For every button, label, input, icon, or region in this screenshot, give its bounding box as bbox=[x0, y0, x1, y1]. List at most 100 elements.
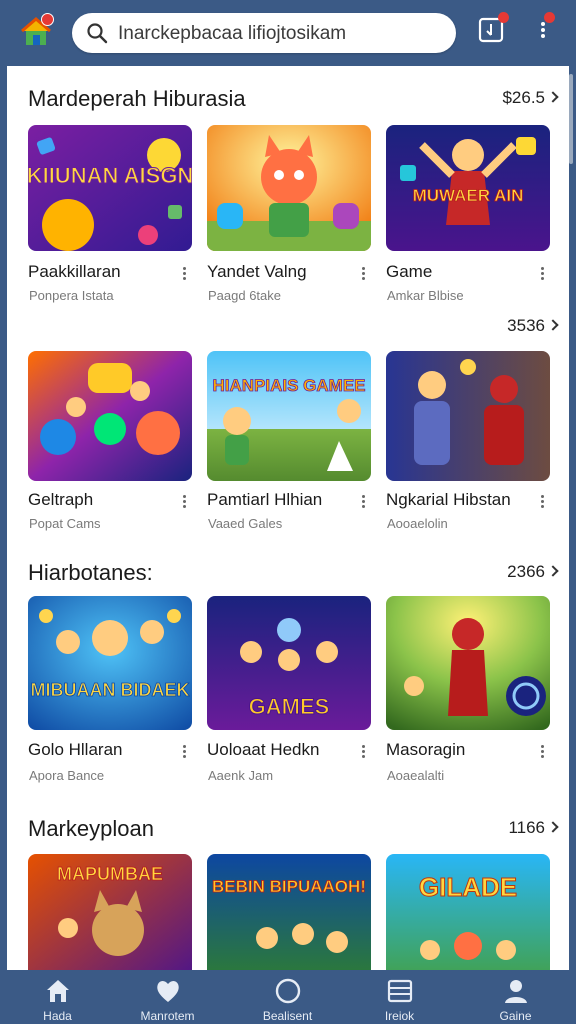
thumb-title-text: BEBIN BIPUAAOH! bbox=[212, 877, 366, 896]
downloads-badge bbox=[498, 12, 509, 23]
section-title: Mardeperah Hiburasia bbox=[28, 86, 246, 111]
circle-icon bbox=[275, 978, 301, 1004]
chevron-right-icon bbox=[547, 821, 559, 833]
nav-label: Ireiok bbox=[384, 1009, 415, 1023]
section-more-label: $26.5 bbox=[502, 88, 545, 107]
more-vert-icon[interactable] bbox=[534, 743, 550, 761]
game-title: Pamtiarl Hlhian bbox=[207, 490, 323, 509]
nav-label: Bealisent bbox=[262, 1009, 313, 1023]
game-thumbnail: HIANPIAIS GAMEE bbox=[207, 351, 371, 481]
thumb-title-text: HIANPIAIS GAMEE bbox=[212, 376, 365, 395]
search-bar[interactable]: Inarckepbacaa lifiojtosikam bbox=[72, 13, 456, 53]
game-thumbnail: MUWAER AIN bbox=[386, 125, 550, 251]
game-card[interactable]: HIANPIAIS GAMEE Pamtiarl Hlhian Vaaed Ga… bbox=[207, 351, 371, 531]
game-card[interactable]: Yandet Valng Paagd 6take bbox=[207, 125, 371, 305]
game-card[interactable]: Ngkarial Hibstan Aooaelolin bbox=[386, 351, 550, 531]
game-thumbnail bbox=[207, 125, 371, 251]
chevron-right-icon bbox=[547, 565, 559, 577]
scrollbar[interactable] bbox=[569, 74, 573, 164]
game-card[interactable]: GAMES Uoloaat Hedkn Aaenk Jam bbox=[207, 596, 371, 786]
game-card[interactable]: MUWAER AIN Game Amkar Blbise bbox=[386, 125, 550, 305]
game-subtitle: Ponpera Istata bbox=[29, 288, 114, 303]
chevron-right-icon bbox=[547, 91, 559, 103]
more-vert-icon[interactable] bbox=[176, 265, 192, 283]
section-title: Hiarbotanes: bbox=[28, 560, 153, 585]
more-vert-icon[interactable] bbox=[534, 265, 550, 283]
game-thumbnail: MAPUMBAE bbox=[28, 854, 192, 970]
thumb-title-text: MAPUMBAE bbox=[57, 864, 163, 884]
downloads-button[interactable] bbox=[476, 12, 509, 45]
nav-item-favorites[interactable]: Manrotem bbox=[110, 970, 225, 1024]
nav-label: Hada bbox=[43, 1009, 72, 1023]
thumb-title-text: MUWAER AIN bbox=[413, 186, 524, 205]
list-icon bbox=[387, 979, 413, 1003]
profile-icon bbox=[505, 980, 527, 1003]
game-title: Game bbox=[386, 262, 433, 281]
game-card[interactable]: GILADE bbox=[386, 854, 550, 970]
game-subtitle: Apora Bance bbox=[29, 768, 105, 783]
game-title: Masoragin bbox=[386, 740, 466, 759]
game-title: Yandet Valng bbox=[207, 262, 307, 281]
game-thumbnail bbox=[386, 351, 550, 481]
game-card[interactable]: Masoragin Aoaealalti bbox=[386, 596, 550, 786]
game-subtitle: Popat Cams bbox=[29, 516, 101, 531]
game-thumbnail: MIBUAAN BIDAEK bbox=[28, 596, 192, 730]
more-vert-icon[interactable] bbox=[534, 493, 550, 511]
game-subtitle: Aoaealalti bbox=[387, 768, 445, 783]
store-content[interactable]: Mardeperah Hiburasia $26.5 KIIUNAN AISGN… bbox=[7, 66, 569, 970]
game-thumbnail bbox=[386, 596, 550, 730]
nav-label: Gaine bbox=[499, 1009, 532, 1023]
bottom-navigation: Hada Manrotem Bealisent Ireiok Gaine bbox=[0, 970, 576, 1024]
section-title: Markeyploan bbox=[28, 816, 154, 841]
nav-item-library[interactable]: Ireiok bbox=[342, 970, 457, 1024]
search-icon bbox=[87, 23, 108, 44]
game-thumbnail: BEBIN BIPUAAOH! bbox=[207, 854, 371, 970]
heart-icon bbox=[157, 981, 179, 1002]
game-subtitle: Aooaelolin bbox=[387, 516, 448, 531]
nav-item-profile[interactable]: Gaine bbox=[458, 970, 573, 1024]
more-vert-icon[interactable] bbox=[355, 743, 371, 761]
game-card[interactable]: MAPUMBAE bbox=[28, 854, 192, 970]
game-subtitle: Aaenk Jam bbox=[208, 768, 274, 783]
game-thumbnail: KIIUNAN AISGN bbox=[28, 125, 192, 251]
more-options-button[interactable] bbox=[528, 12, 558, 45]
more-vert-icon[interactable] bbox=[355, 493, 371, 511]
top-app-bar: Inarckepbacaa lifiojtosikam bbox=[0, 0, 576, 66]
more-badge bbox=[544, 12, 555, 23]
game-thumbnail: GAMES bbox=[207, 596, 371, 730]
game-title: Uoloaat Hedkn bbox=[207, 740, 320, 759]
game-subtitle: Vaaed Gales bbox=[208, 516, 283, 531]
more-vert-icon[interactable] bbox=[176, 743, 192, 761]
game-thumbnail bbox=[28, 351, 192, 481]
chevron-right-icon bbox=[547, 319, 559, 331]
thumb-title-text: MIBUAAN BIDAEK bbox=[31, 680, 190, 700]
search-input[interactable]: Inarckepbacaa lifiojtosikam bbox=[118, 23, 346, 45]
game-card[interactable]: MIBUAAN BIDAEK Golo Hllaran Apora Bance bbox=[28, 596, 192, 786]
thumb-title-text: GILADE bbox=[419, 872, 517, 902]
section-more-label: 2366 bbox=[507, 562, 545, 581]
more-vert-icon[interactable] bbox=[355, 265, 371, 283]
nav-label: Manrotem bbox=[140, 1009, 195, 1023]
section-more-label: 1166 bbox=[508, 818, 545, 837]
section-more-link[interactable]: 3536 bbox=[507, 316, 559, 336]
game-card[interactable]: BEBIN BIPUAAOH! bbox=[207, 854, 371, 970]
nav-item-discover[interactable]: Bealisent bbox=[230, 970, 345, 1024]
section-more-link[interactable]: 2366 bbox=[507, 562, 559, 582]
game-title: Golo Hllaran bbox=[28, 740, 123, 759]
game-title: Ngkarial Hibstan bbox=[386, 490, 511, 509]
thumb-title-text: GAMES bbox=[249, 694, 330, 719]
home-app-button[interactable] bbox=[18, 13, 54, 50]
section-more-link[interactable]: 1166 bbox=[508, 818, 559, 838]
nav-item-home[interactable]: Hada bbox=[0, 970, 115, 1024]
section-more-link[interactable]: $26.5 bbox=[502, 88, 559, 108]
notification-badge bbox=[41, 13, 54, 26]
game-card[interactable]: KIIUNAN AISGN Paakkillaran Ponpera Istat… bbox=[28, 125, 192, 305]
more-vert-icon[interactable] bbox=[176, 493, 192, 511]
game-title: Geltraph bbox=[28, 490, 94, 509]
game-title: Paakkillaran bbox=[28, 262, 121, 281]
section-more-label: 3536 bbox=[507, 316, 545, 335]
game-subtitle: Paagd 6take bbox=[208, 288, 282, 303]
game-thumbnail: GILADE bbox=[386, 854, 550, 970]
thumb-title-text: KIIUNAN AISGN bbox=[28, 163, 192, 188]
game-card[interactable]: Geltraph Popat Cams bbox=[28, 351, 192, 531]
